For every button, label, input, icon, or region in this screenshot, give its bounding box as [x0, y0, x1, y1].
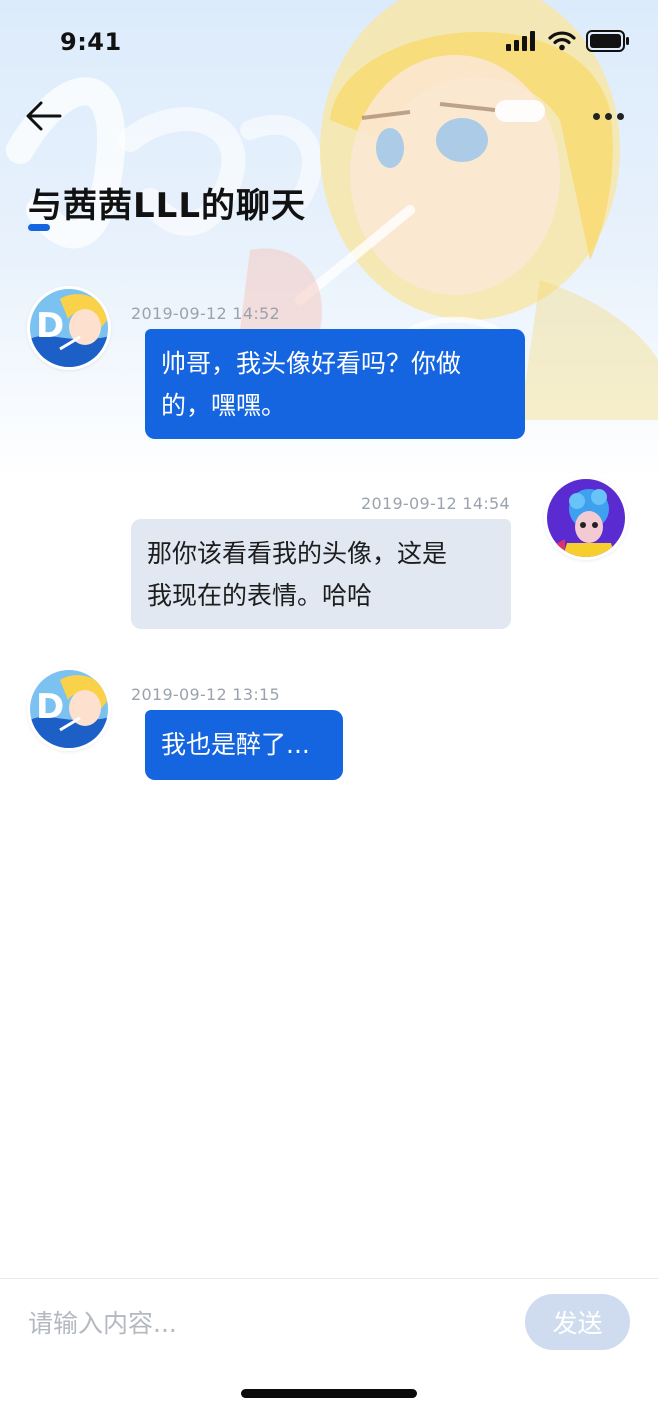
contact-avatar[interactable]: D [27, 286, 111, 370]
more-dots-icon [616, 112, 624, 120]
more-dots-icon [604, 112, 612, 120]
status-icons [506, 30, 630, 52]
back-button[interactable] [22, 94, 66, 138]
user-avatar[interactable] [544, 476, 628, 560]
message-bubble-incoming[interactable]: 帅哥，我头像好看吗？你做 的，嘿嘿。 [145, 329, 525, 439]
battery-icon [586, 30, 629, 52]
message-line: 帅哥，我头像好看吗？你做 [161, 349, 462, 378]
message-timestamp: 2019-09-12 14:54 [361, 494, 510, 513]
navigation-bar [0, 88, 658, 144]
message-timestamp: 2019-09-12 13:15 [131, 685, 280, 704]
svg-text:D: D [36, 687, 64, 727]
arrow-left-icon [26, 101, 62, 131]
title-accent-bar [28, 224, 50, 231]
cellular-signal-icon [506, 31, 535, 51]
message-line: 那你该看看我的头像，这是 [147, 539, 448, 568]
send-button[interactable]: 发送 [525, 1294, 630, 1350]
contact-avatar[interactable]: D [27, 667, 111, 751]
more-dots-icon [592, 112, 600, 120]
svg-text:D: D [36, 306, 64, 346]
status-bar: 9:41 [0, 0, 658, 84]
message-bubble-outgoing[interactable]: 那你该看看我的头像，这是 我现在的表情。哈哈 [131, 519, 511, 629]
message-line: 我现在的表情。哈哈 [147, 581, 373, 610]
page-title: 与茜茜LLL的聊天 [28, 186, 306, 226]
more-button[interactable] [586, 94, 630, 138]
status-time: 9:41 [60, 28, 122, 56]
home-indicator[interactable] [241, 1389, 417, 1398]
message-timestamp: 2019-09-12 14:52 [131, 304, 280, 323]
message-line: 的，嘿嘿。 [161, 391, 287, 420]
wifi-icon [548, 31, 576, 51]
message-bubble-incoming[interactable]: 我也是醉了... [145, 710, 343, 780]
composer-divider [0, 1278, 658, 1279]
message-input[interactable] [28, 1300, 498, 1346]
message-line: 我也是醉了... [161, 730, 310, 759]
